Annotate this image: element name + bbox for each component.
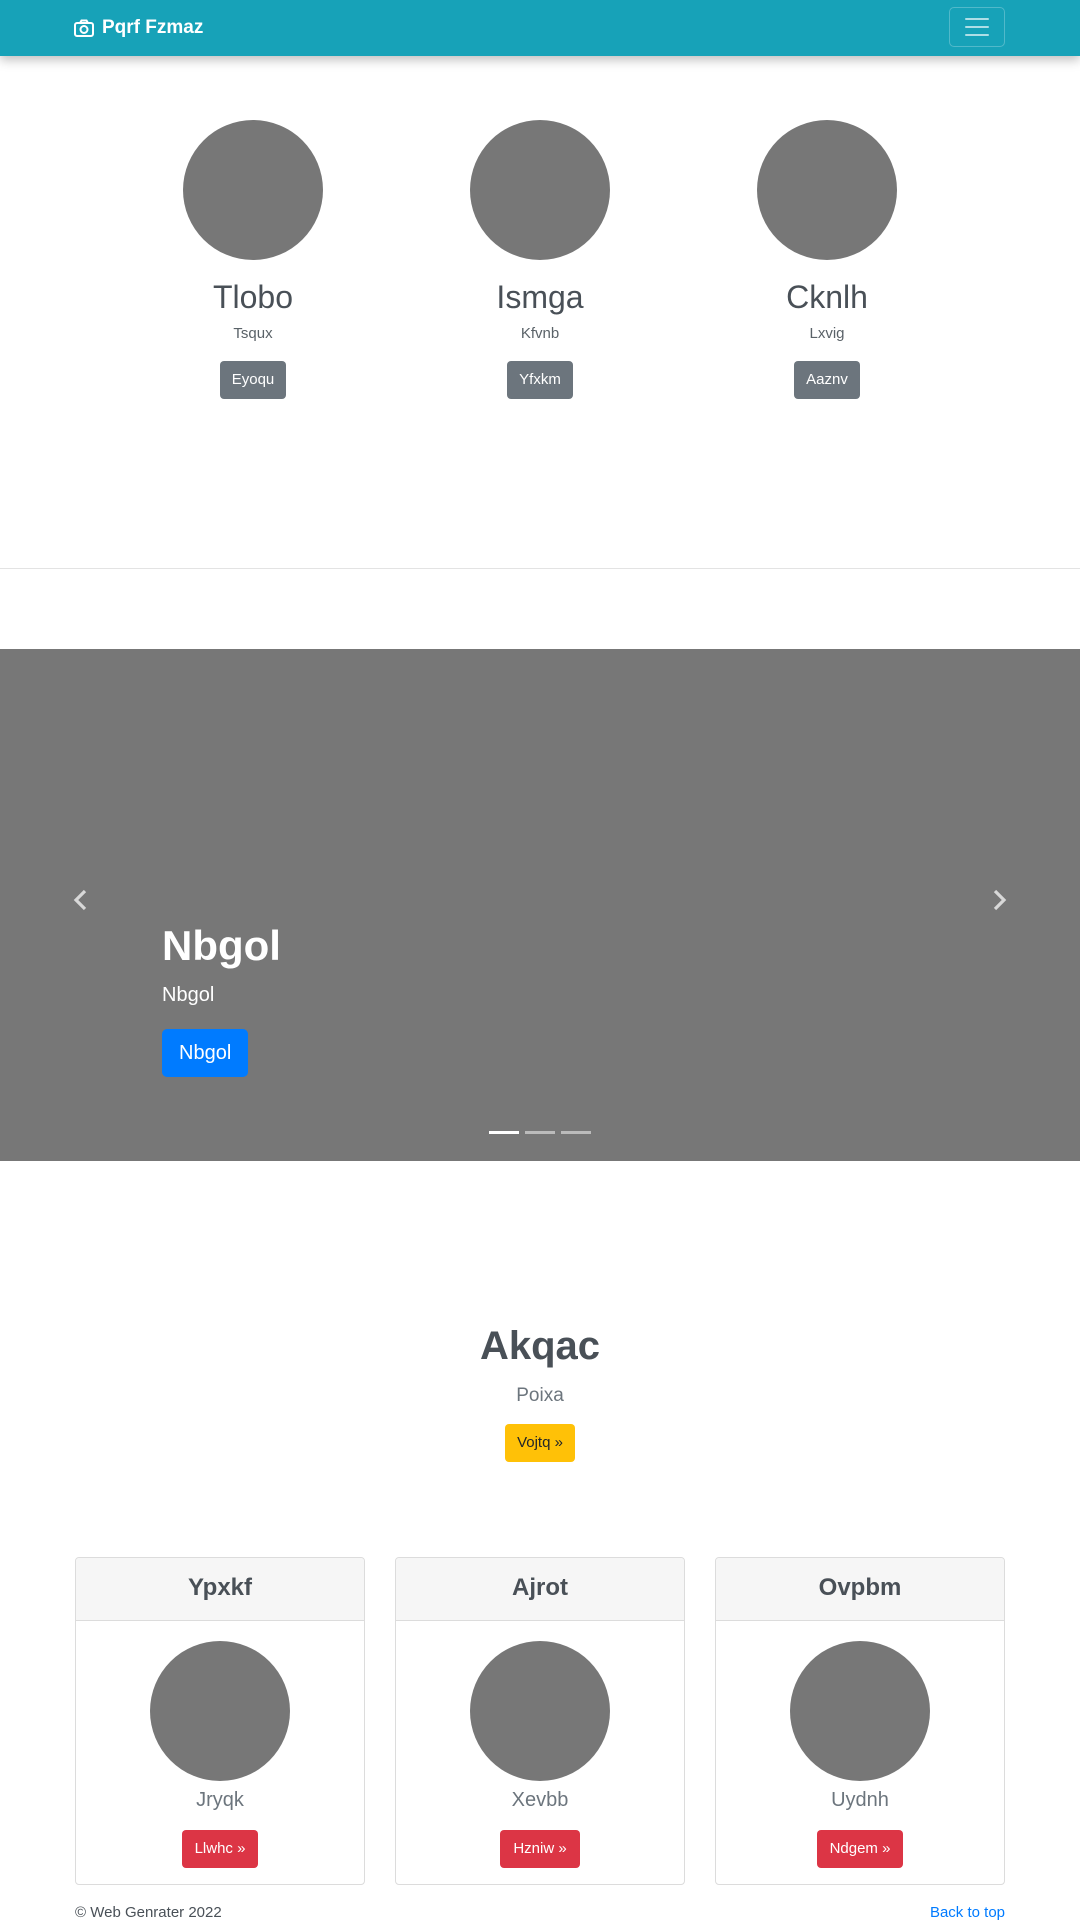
carousel-caption: Nbgol Nbgol Nbgol [162, 921, 281, 1077]
brand-label: Pqrf Fzmaz [102, 17, 204, 38]
member-button[interactable]: Aaznv [794, 361, 860, 399]
navbar: Pqrf Fzmaz [0, 0, 1080, 56]
member-role: Kfvnb [520, 325, 560, 342]
member-button[interactable]: Eyoqu [219, 361, 287, 399]
avatar [470, 120, 610, 260]
card-subtitle: Uydnh [831, 1789, 889, 1811]
member-button[interactable]: Yfxkm [507, 361, 573, 399]
member-role: Tsqux [233, 325, 273, 342]
member-name: Cknlh [786, 279, 868, 315]
navbar-toggler-button[interactable] [949, 7, 1005, 47]
card-body: Xevbb Hzniw » [396, 1621, 684, 1868]
avatar [757, 120, 897, 260]
member-name: Tlobo [212, 279, 294, 315]
team-member: Cknlh Lxvig Aaznv [727, 120, 927, 399]
carousel-subtitle: Nbgol [162, 984, 215, 1006]
hamburger-icon-bar [965, 34, 989, 36]
carousel: Nbgol Nbgol Nbgol [0, 649, 1080, 1161]
card: Ypxkf Jryqk Llwhc » [75, 1557, 365, 1885]
team-section: Tlobo Tsqux Eyoqu Ismga Kfvnb Yfxkm Cknl… [0, 56, 1080, 568]
member-name: Ismga [496, 279, 584, 315]
avatar [470, 1641, 610, 1781]
card-header: Ajrot [396, 1558, 684, 1621]
card: Ajrot Xevbb Hzniw » [395, 1557, 685, 1885]
card-button[interactable]: Ndgem » [816, 1830, 904, 1868]
carousel-button[interactable]: Nbgol [162, 1029, 249, 1077]
chevron-right-icon[interactable] [984, 885, 1014, 915]
hamburger-icon-bar [965, 18, 989, 20]
feature-section: Akqac Poixa Vojtq » [0, 1320, 1080, 1462]
card-header: Ypxkf [76, 1558, 364, 1621]
avatar [150, 1641, 290, 1781]
card-button[interactable]: Hzniw » [500, 1830, 580, 1868]
member-role: Lxvig [809, 325, 845, 342]
feature-subtitle: Poixa [516, 1385, 564, 1406]
carousel-indicators [489, 1131, 591, 1134]
card-body: Uydnh Ndgem » [716, 1621, 1004, 1868]
team-member: Tlobo Tsqux Eyoqu [153, 120, 353, 399]
avatar [790, 1641, 930, 1781]
feature-title: Akqac [479, 1324, 601, 1368]
carousel-indicator-1[interactable] [489, 1131, 519, 1134]
card: Ovpbm Uydnh Ndgem » [715, 1557, 1005, 1885]
card-button[interactable]: Llwhc » [181, 1830, 259, 1868]
card-subtitle: Xevbb [511, 1789, 569, 1811]
carousel-indicator-2[interactable] [525, 1131, 555, 1134]
avatar [183, 120, 323, 260]
carousel-indicator-3[interactable] [561, 1131, 591, 1134]
navbar-brand[interactable]: Pqrf Fzmaz [74, 14, 203, 42]
carousel-title: Nbgol [162, 922, 281, 969]
hamburger-icon-bar [965, 26, 989, 28]
chevron-left-icon[interactable] [66, 885, 96, 915]
camera-icon [74, 19, 94, 37]
back-to-top-link[interactable]: Back to top [930, 1903, 1005, 1923]
feature-button[interactable]: Vojtq » [505, 1424, 575, 1462]
team-member: Ismga Kfvnb Yfxkm [440, 120, 640, 399]
card-subtitle: Jryqk [196, 1789, 244, 1811]
footer-copyright: © Web Genrater 2022 [75, 1904, 222, 1921]
card-header: Ovpbm [716, 1558, 1004, 1621]
card-body: Jryqk Llwhc » [76, 1621, 364, 1868]
section-divider [0, 568, 1080, 569]
